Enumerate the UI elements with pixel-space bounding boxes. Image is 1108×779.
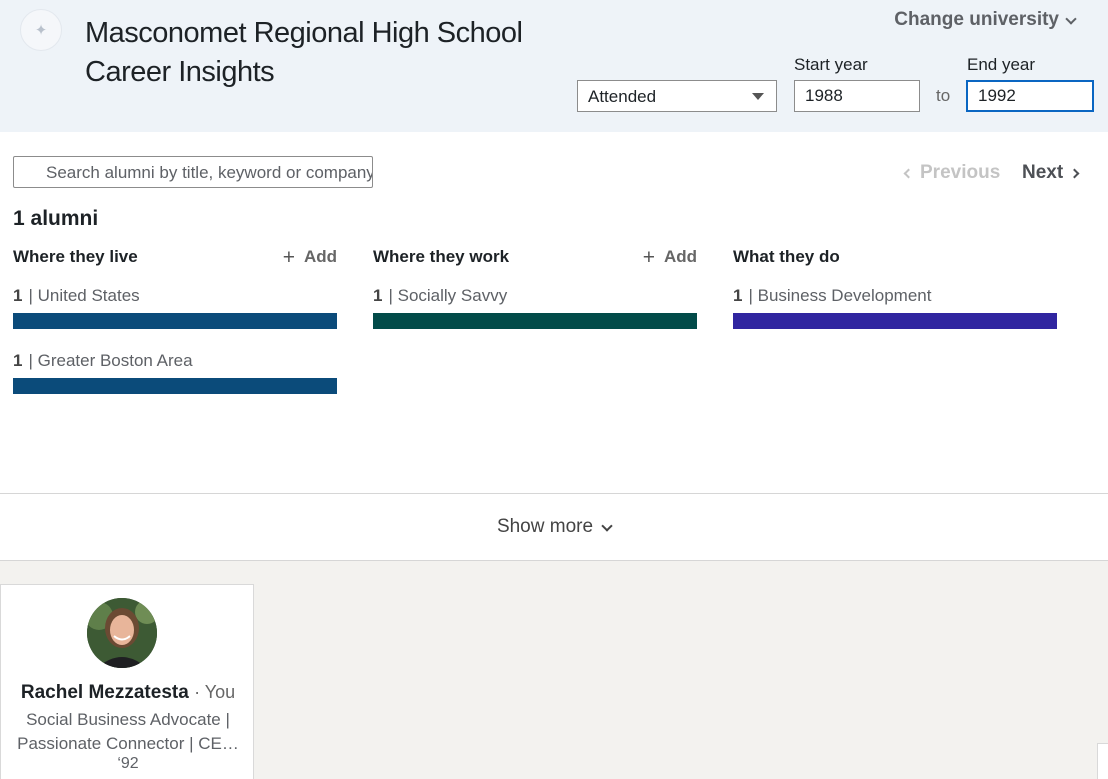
- page-subtitle: Career Insights: [85, 56, 275, 88]
- row-count: 1: [13, 286, 23, 305]
- location-row-united-states[interactable]: 1 | United States: [13, 286, 337, 329]
- headline-line: Passionate Connector | CE…: [17, 734, 239, 753]
- show-more-button[interactable]: Show more: [0, 493, 1108, 560]
- add-company-button[interactable]: + Add: [643, 247, 697, 268]
- attended-filter-select[interactable]: Attended: [577, 80, 777, 112]
- where-they-live-title: Where they live: [13, 247, 138, 266]
- row-count: 1: [733, 286, 743, 305]
- row-count: 1: [373, 286, 383, 305]
- row-label: | Business Development: [748, 286, 932, 305]
- page-title: Masconomet Regional High School Career I…: [85, 14, 523, 92]
- start-year-input[interactable]: [794, 80, 920, 112]
- chevron-down-icon: [1065, 13, 1077, 25]
- avatar-photo: [87, 598, 157, 668]
- messaging-panel-edge[interactable]: [1097, 743, 1108, 779]
- add-label: Add: [663, 247, 697, 266]
- plus-icon: +: [642, 245, 655, 269]
- to-label: to: [936, 86, 951, 105]
- header: ✦ Masconomet Regional High School Career…: [0, 0, 1108, 132]
- alumni-name[interactable]: Rachel Mezzatesta · You: [1, 682, 255, 704]
- alumni-count: 1 alumni: [13, 207, 99, 230]
- function-row-business-development[interactable]: 1 | Business Development: [733, 286, 1057, 329]
- graduation-year: ‘92: [117, 755, 139, 772]
- school-name: Masconomet Regional High School: [85, 17, 523, 49]
- where-they-live-column: Where they live + Add 1 | United States 1…: [13, 246, 337, 394]
- alumni-card[interactable]: Rachel Mezzatesta · You Social Business …: [0, 584, 254, 779]
- next-button[interactable]: Next: [1022, 162, 1080, 184]
- change-university-label: Change university: [894, 9, 1059, 30]
- next-label: Next: [1022, 162, 1064, 183]
- add-location-button[interactable]: + Add: [283, 247, 337, 268]
- show-more-label: Show more: [496, 516, 594, 537]
- attended-filter-value: Attended: [588, 87, 657, 106]
- function-bar[interactable]: [733, 313, 1057, 329]
- headline-line: Social Business Advocate |: [26, 710, 230, 729]
- row-label: | Socially Savvy: [388, 286, 508, 305]
- company-row-socially-savvy[interactable]: 1 | Socially Savvy: [373, 286, 697, 329]
- where-they-work-title: Where they work: [373, 247, 510, 266]
- school-logo-mark: ✦: [34, 21, 48, 39]
- alumni-name-text: Rachel Mezzatesta: [20, 682, 189, 703]
- location-bar[interactable]: [13, 378, 337, 394]
- change-university-button[interactable]: Change university: [894, 9, 1077, 31]
- start-year-label: Start year: [794, 55, 868, 74]
- location-bar[interactable]: [13, 313, 337, 329]
- chevron-left-icon: [903, 168, 914, 178]
- chevron-down-icon: [601, 520, 613, 532]
- where-they-work-column: Where they work + Add 1 | Socially Savvy: [373, 246, 697, 329]
- what-they-do-title: What they do: [733, 247, 840, 266]
- company-bar[interactable]: [373, 313, 697, 329]
- caret-down-icon: [752, 93, 764, 100]
- row-label: | United States: [28, 286, 140, 305]
- plus-icon: +: [282, 245, 295, 269]
- row-count: 1: [13, 351, 23, 370]
- end-year-input[interactable]: [966, 80, 1094, 112]
- location-row-greater-boston[interactable]: 1 | Greater Boston Area: [13, 351, 337, 394]
- row-label: | Greater Boston Area: [28, 351, 193, 370]
- search-input[interactable]: Search alumni by title, keyword or compa…: [13, 156, 373, 188]
- end-year-label: End year: [967, 55, 1036, 74]
- what-they-do-column: What they do 1 | Business Development: [733, 246, 1057, 329]
- add-label: Add: [303, 247, 337, 266]
- previous-label: Previous: [920, 162, 1001, 183]
- you-tag: · You: [194, 682, 236, 702]
- alumni-headline: Social Business Advocate | Passionate Co…: [5, 708, 251, 756]
- previous-button[interactable]: Previous: [903, 162, 1001, 184]
- chevron-right-icon: [1069, 168, 1080, 178]
- avatar[interactable]: [87, 598, 157, 668]
- school-logo[interactable]: ✦: [20, 9, 62, 51]
